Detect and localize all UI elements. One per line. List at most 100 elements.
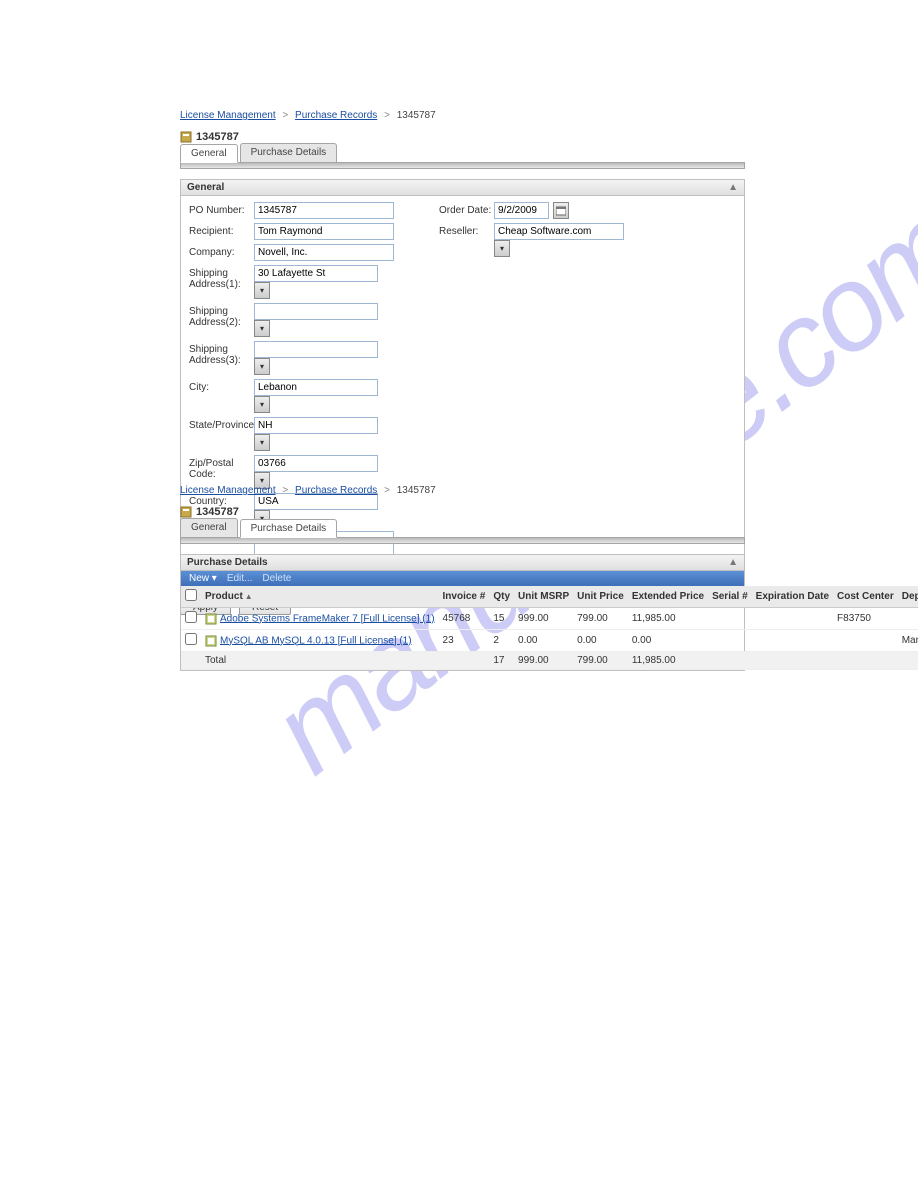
- breadcrumb: License Management > Purchase Records > …: [180, 110, 745, 121]
- record-icon: [180, 506, 192, 518]
- zip-field[interactable]: [254, 455, 378, 472]
- city-field[interactable]: [254, 379, 378, 396]
- tab-general[interactable]: General: [180, 518, 238, 537]
- col-cc[interactable]: Cost Center: [833, 586, 898, 608]
- tab-purchase-details[interactable]: Purchase Details: [240, 143, 338, 162]
- col-serial[interactable]: Serial #: [708, 586, 752, 608]
- purchase-details-panel: Purchase Details ▲ New ▾ Edit... Delete …: [180, 554, 745, 671]
- breadcrumb-link-1[interactable]: License Management: [180, 110, 276, 121]
- product-link[interactable]: Adobe Systems FrameMaker 7 [Full License…: [220, 613, 435, 624]
- breadcrumb-link-2[interactable]: Purchase Records: [295, 110, 377, 121]
- label-ship2: Shipping Address(2):: [189, 303, 254, 328]
- cell-cc: [833, 630, 898, 652]
- cell-qty: 2: [489, 630, 514, 652]
- dropdown-icon[interactable]: ▾: [254, 396, 270, 413]
- po-number-field[interactable]: [254, 202, 394, 219]
- col-unit-price[interactable]: Unit Price: [573, 586, 628, 608]
- label-state: State/Province:: [189, 417, 254, 431]
- row-checkbox[interactable]: [185, 633, 197, 645]
- tab-purchase-details[interactable]: Purchase Details: [240, 519, 338, 538]
- company-field[interactable]: [254, 244, 394, 261]
- cell-msrp: 0.00: [514, 630, 573, 652]
- total-label: Total: [201, 652, 439, 670]
- label-reseller: Reseller:: [439, 223, 494, 237]
- delete-button[interactable]: Delete: [262, 573, 291, 584]
- record-icon: [180, 131, 192, 143]
- cell-qty: 15: [489, 608, 514, 630]
- cell-invoice: 23: [439, 630, 490, 652]
- product-icon: [205, 613, 217, 625]
- collapse-icon[interactable]: ▲: [728, 182, 738, 193]
- cell-exp: [752, 608, 833, 630]
- state-field[interactable]: [254, 417, 378, 434]
- page-title: 1345787: [196, 506, 239, 518]
- col-product[interactable]: Product▲: [201, 586, 439, 608]
- cell-ext: 0.00: [628, 630, 708, 652]
- col-ext-price[interactable]: Extended Price: [628, 586, 708, 608]
- col-check: [181, 586, 201, 608]
- total-qty: 17: [489, 652, 514, 670]
- tab-general[interactable]: General: [180, 144, 238, 163]
- label-company: Company:: [189, 244, 254, 258]
- total-price: 799.00: [573, 652, 628, 670]
- dropdown-icon[interactable]: ▾: [494, 240, 510, 257]
- breadcrumb-sep: >: [384, 110, 390, 121]
- tab-gradient-bar: [180, 538, 745, 544]
- ship2-field[interactable]: [254, 303, 378, 320]
- action-bar: New ▾ Edit... Delete: [181, 571, 744, 586]
- order-date-field[interactable]: [494, 202, 549, 219]
- collapse-icon[interactable]: ▲: [728, 557, 738, 568]
- dropdown-icon[interactable]: ▾: [254, 358, 270, 375]
- breadcrumb-link-2[interactable]: Purchase Records: [295, 485, 377, 496]
- label-city: City:: [189, 379, 254, 393]
- breadcrumb-link-1[interactable]: License Management: [180, 485, 276, 496]
- page-title: 1345787: [196, 131, 239, 143]
- dropdown-icon[interactable]: ▾: [254, 434, 270, 451]
- col-invoice[interactable]: Invoice #: [439, 586, 490, 608]
- col-dept[interactable]: Department: [898, 586, 918, 608]
- cell-invoice: 45768: [439, 608, 490, 630]
- cell-ext: 11,985.00: [628, 608, 708, 630]
- col-exp[interactable]: Expiration Date: [752, 586, 833, 608]
- breadcrumb-current: 1345787: [397, 485, 436, 496]
- select-all-checkbox[interactable]: [185, 589, 197, 601]
- new-button[interactable]: New ▾: [189, 573, 217, 584]
- dropdown-icon[interactable]: ▾: [254, 282, 270, 299]
- label-po-number: PO Number:: [189, 202, 254, 216]
- total-msrp: 999.00: [514, 652, 573, 670]
- recipient-field[interactable]: [254, 223, 394, 240]
- col-unit-msrp[interactable]: Unit MSRP: [514, 586, 573, 608]
- tab-gradient-bar: [180, 163, 745, 169]
- table-row: Adobe Systems FrameMaker 7 [Full License…: [181, 608, 918, 630]
- breadcrumb: License Management > Purchase Records > …: [180, 485, 745, 496]
- section-purchase-details: License Management > Purchase Records > …: [180, 485, 745, 671]
- panel-title: General: [187, 182, 224, 193]
- cell-price: 0.00: [573, 630, 628, 652]
- label-zip: Zip/Postal Code:: [189, 455, 254, 480]
- product-link[interactable]: MySQL AB MySQL 4.0.13 [Full License] (1): [220, 635, 412, 646]
- calendar-icon[interactable]: [553, 202, 569, 219]
- sort-asc-icon: ▲: [245, 592, 253, 601]
- table-total-row: Total 17999.00799.0011,985.00: [181, 652, 918, 670]
- edit-button[interactable]: Edit...: [227, 573, 253, 584]
- ship3-field[interactable]: [254, 341, 378, 358]
- label-order-date: Order Date:: [439, 202, 494, 216]
- cell-dept: [898, 608, 918, 630]
- total-ext: 11,985.00: [628, 652, 708, 670]
- panel-title: Purchase Details: [187, 557, 268, 568]
- label-ship1: Shipping Address(1):: [189, 265, 254, 290]
- label-recipient: Recipient:: [189, 223, 254, 237]
- breadcrumb-sep: >: [282, 110, 288, 121]
- cell-dept: Marketing: [898, 630, 918, 652]
- product-icon: [205, 635, 217, 647]
- reseller-field[interactable]: [494, 223, 624, 240]
- ship1-field[interactable]: [254, 265, 378, 282]
- cell-exp: [752, 630, 833, 652]
- dropdown-icon[interactable]: ▾: [254, 320, 270, 337]
- cell-serial: [708, 608, 752, 630]
- cell-serial: [708, 630, 752, 652]
- col-qty[interactable]: Qty: [489, 586, 514, 608]
- row-checkbox[interactable]: [185, 611, 197, 623]
- cell-msrp: 999.00: [514, 608, 573, 630]
- breadcrumb-current: 1345787: [397, 110, 436, 121]
